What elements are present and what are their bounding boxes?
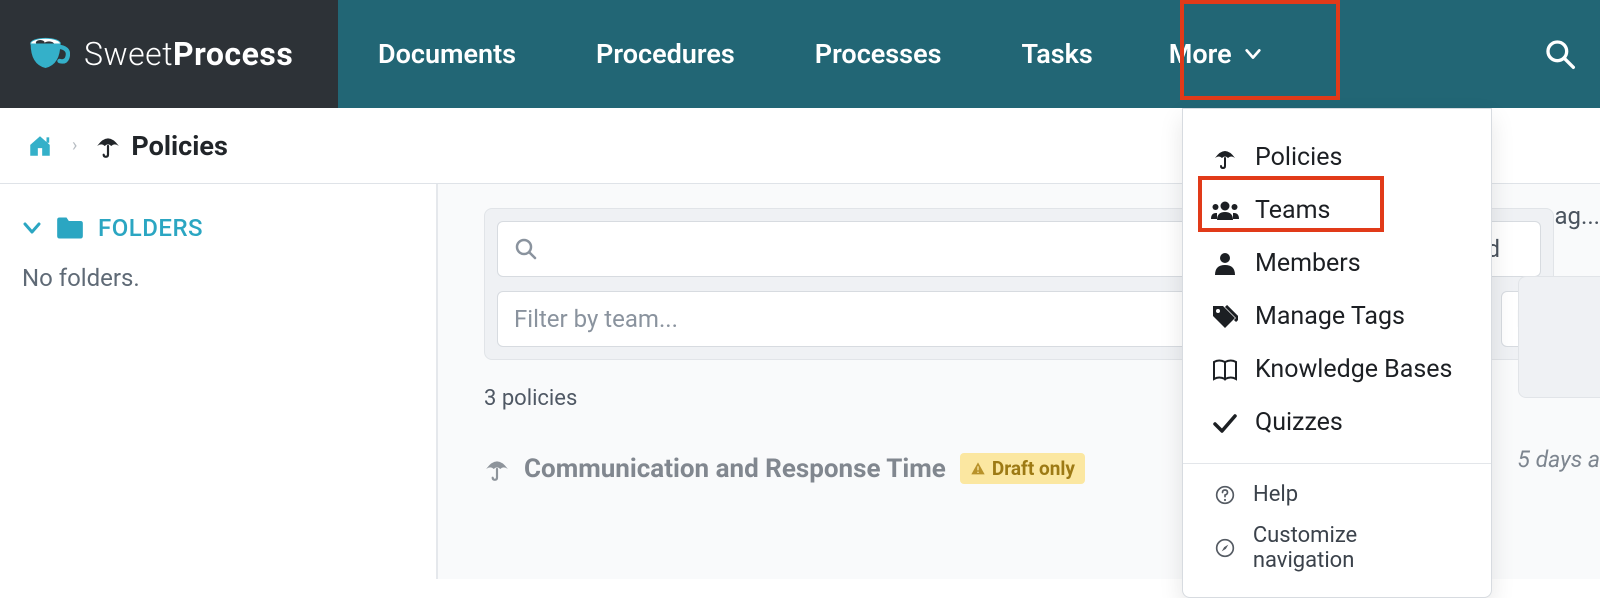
nav-procedures[interactable]: Procedures <box>556 0 775 108</box>
draft-badge: Draft only <box>960 453 1085 484</box>
user-icon <box>1214 252 1236 276</box>
dropdown-quizzes-label: Quizzes <box>1255 408 1343 437</box>
dropdown-teams[interactable]: Teams <box>1183 184 1491 237</box>
obscured-tag-text: ag... <box>1554 202 1600 230</box>
nav-tasks[interactable]: Tasks <box>981 0 1132 108</box>
breadcrumb-home[interactable] <box>26 133 54 159</box>
sidebar: FOLDERS No folders. <box>0 184 438 579</box>
policy-title: Communication and Response Time <box>524 454 946 484</box>
logo[interactable]: SweetProcess <box>0 0 338 108</box>
users-icon <box>1211 200 1239 222</box>
nav-more-label: More <box>1169 38 1232 70</box>
dropdown-teams-label: Teams <box>1255 196 1330 225</box>
dropdown-quizzes[interactable]: Quizzes <box>1183 396 1491 449</box>
dropdown-customize-label: Customize navigation <box>1253 523 1463 573</box>
dropdown-help[interactable]: Help <box>1183 474 1491 515</box>
dropdown-members-label: Members <box>1255 249 1361 278</box>
top-nav: SweetProcess Documents Procedures Proces… <box>0 0 1600 108</box>
compass-icon <box>1215 538 1235 558</box>
dropdown-help-label: Help <box>1253 482 1298 507</box>
tags-icon <box>1212 305 1238 329</box>
chevron-down-icon <box>1244 45 1262 63</box>
umbrella-icon <box>1213 146 1237 170</box>
dropdown-knowledge-bases[interactable]: Knowledge Bases <box>1183 343 1491 396</box>
more-dropdown: Policies Teams Members <box>1182 108 1492 598</box>
policy-search-input[interactable] <box>497 221 1281 277</box>
umbrella-icon <box>484 456 510 482</box>
dropdown-customize-nav[interactable]: Customize navigation <box>1183 515 1491 581</box>
help-icon <box>1215 485 1235 505</box>
book-icon <box>1212 359 1238 381</box>
chevron-down-icon <box>22 218 42 238</box>
cup-icon <box>28 36 70 72</box>
filter-team-placeholder: Filter by team... <box>514 305 678 333</box>
dropdown-members[interactable]: Members <box>1183 237 1491 290</box>
nav-more[interactable]: More <box>1133 0 1298 108</box>
dropdown-policies-label: Policies <box>1255 143 1342 172</box>
umbrella-icon <box>95 133 121 159</box>
folders-label: FOLDERS <box>98 214 203 242</box>
logo-text: SweetProcess <box>84 35 293 73</box>
dropdown-policies[interactable]: Policies <box>1183 131 1491 184</box>
folders-toggle[interactable]: FOLDERS <box>22 214 436 242</box>
dropdown-kb-label: Knowledge Bases <box>1255 355 1452 384</box>
obscured-days-text: 5 days a <box>1517 446 1600 473</box>
obscured-panel <box>1518 276 1600 398</box>
dropdown-separator <box>1183 463 1491 464</box>
nav-processes[interactable]: Processes <box>775 0 982 108</box>
no-folders-text: No folders. <box>22 264 436 292</box>
check-icon <box>1213 413 1237 433</box>
folder-icon <box>56 216 84 240</box>
warning-icon <box>970 461 986 477</box>
search-icon <box>1544 38 1576 70</box>
home-icon <box>26 133 54 159</box>
breadcrumb-separator: › <box>72 135 77 156</box>
nav-links: Documents Procedures Processes Tasks Mor… <box>338 0 1600 108</box>
global-search-button[interactable] <box>1544 38 1576 70</box>
nav-documents[interactable]: Documents <box>338 0 556 108</box>
search-icon <box>514 237 538 261</box>
breadcrumb-current: Policies <box>95 130 227 162</box>
dropdown-manage-tags[interactable]: Manage Tags <box>1183 290 1491 343</box>
dropdown-tags-label: Manage Tags <box>1255 302 1405 331</box>
